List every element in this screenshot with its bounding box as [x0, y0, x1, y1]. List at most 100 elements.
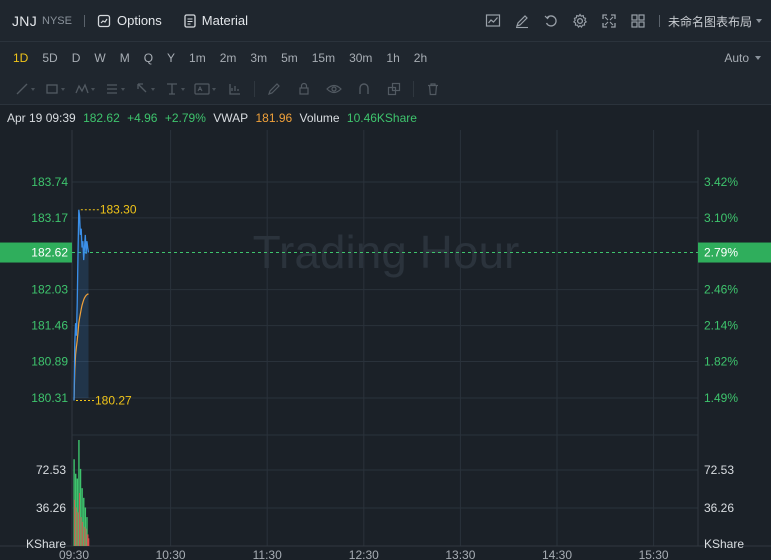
- volume-axis-label-right: 36.26: [704, 501, 734, 515]
- interval-30m[interactable]: 30m: [342, 51, 379, 65]
- measure-tool-button[interactable]: [160, 74, 190, 105]
- text-tool-icon: [194, 83, 210, 95]
- interval-2m[interactable]: 2m: [213, 51, 244, 65]
- chevron-down-icon: [181, 87, 185, 91]
- chart-watermark: Trading Hour: [253, 226, 520, 278]
- replay-icon: [545, 15, 558, 27]
- ticker-symbol[interactable]: JNJ: [12, 13, 37, 29]
- cursor-tool-button[interactable]: [130, 74, 160, 105]
- info-vwap-value: 181.96: [255, 111, 293, 125]
- interval-15m[interactable]: 15m: [305, 51, 342, 65]
- time-axis-label: 14:30: [542, 548, 572, 560]
- visibility-button[interactable]: [319, 74, 349, 105]
- chevron-down-icon: [91, 87, 95, 91]
- magnet-button[interactable]: [349, 74, 379, 105]
- time-axis-label: 15:30: [639, 548, 669, 560]
- chevron-down-icon: [31, 87, 35, 91]
- fib-tool-button[interactable]: [100, 74, 130, 105]
- lock-button[interactable]: [289, 74, 319, 105]
- text-tool-button[interactable]: [190, 74, 220, 105]
- pen-tool-button[interactable]: [259, 74, 289, 105]
- volume-axis-label: 36.26: [36, 501, 66, 515]
- time-axis-label: 10:30: [156, 548, 186, 560]
- exchange-label: NYSE: [42, 14, 72, 27]
- info-date: Apr 19 09:39: [7, 111, 76, 125]
- chart-tool-icon: [229, 84, 240, 95]
- interval-2h[interactable]: 2h: [407, 51, 434, 65]
- interval-5m[interactable]: 5m: [274, 51, 305, 65]
- info-vwap-label: VWAP: [213, 111, 249, 125]
- measure-tool-icon: [167, 83, 177, 95]
- scale-mode-selector[interactable]: Auto: [724, 42, 761, 74]
- time-axis-label: 12:30: [349, 548, 379, 560]
- time-axis-label: 11:30: [253, 548, 282, 560]
- interval-w[interactable]: W: [87, 51, 112, 65]
- material-button[interactable]: Material: [184, 13, 248, 28]
- indicators-icon: [486, 14, 501, 27]
- interval-1h[interactable]: 1h: [379, 51, 406, 65]
- chart-tool-button[interactable]: [220, 74, 250, 105]
- volume-bar: [87, 538, 90, 546]
- replay-button[interactable]: [537, 0, 566, 42]
- drawing-toolbar: [0, 74, 771, 105]
- percent-axis-label: 1.82%: [704, 354, 738, 368]
- divider: [254, 81, 255, 97]
- settings-icon: [573, 13, 588, 29]
- info-volume-value: 10.46KShare: [346, 111, 417, 125]
- current-price-label: 182.62: [31, 246, 68, 260]
- price-chart[interactable]: Trading Hour 183.74 183.17 182.03 181.46 180.…: [0, 130, 771, 560]
- line-tool-button[interactable]: [10, 74, 40, 105]
- line-tool-icon: [16, 83, 28, 95]
- document-icon: [184, 13, 196, 28]
- pattern-tool-icon: [75, 83, 89, 94]
- layout-name-selector[interactable]: 未命名图表布局: [668, 13, 752, 30]
- fullscreen-icon: [602, 14, 617, 28]
- layout-grid-button[interactable]: [624, 0, 653, 42]
- percent-axis-label: 2.14%: [704, 319, 738, 333]
- volume-axis-label: 72.53: [36, 463, 66, 477]
- time-axis-label: 13:30: [445, 548, 475, 560]
- high-marker-label: 183.30: [100, 203, 137, 217]
- chart-background: [0, 130, 771, 560]
- chevron-down-icon: [212, 87, 216, 91]
- layout-grid-icon: [631, 14, 646, 28]
- interval-3m[interactable]: 3m: [243, 51, 274, 65]
- info-price: 182.62: [83, 111, 120, 125]
- price-axis-label: 181.46: [31, 319, 68, 333]
- interval-1m[interactable]: 1m: [182, 51, 213, 65]
- chevron-down-icon: [121, 87, 125, 91]
- percent-axis-label: 1.49%: [704, 391, 738, 405]
- interval-q[interactable]: Q: [137, 51, 160, 65]
- eye-icon: [326, 84, 342, 94]
- divider: [658, 15, 660, 27]
- chevron-down-icon: [151, 87, 155, 91]
- pattern-tool-button[interactable]: [70, 74, 100, 105]
- time-axis-label: 09:30: [59, 548, 89, 560]
- interval-y[interactable]: Y: [160, 51, 182, 65]
- chart-canvas[interactable]: Trading Hour 183.74 183.17 182.03 181.46 180.…: [0, 130, 771, 560]
- info-volume-label: Volume: [299, 111, 340, 125]
- draw-button[interactable]: [508, 0, 537, 42]
- interval-5d[interactable]: 5D: [35, 51, 64, 65]
- current-percent-label: 2.79%: [704, 246, 738, 260]
- fullscreen-button[interactable]: [595, 0, 624, 42]
- interval-m[interactable]: M: [113, 51, 137, 65]
- indicators-button[interactable]: [479, 0, 508, 42]
- chevron-down-icon: [755, 56, 761, 60]
- chevron-down-icon: [61, 87, 65, 91]
- options-label: Options: [116, 13, 162, 28]
- group-button[interactable]: [379, 74, 409, 105]
- delete-button[interactable]: [418, 74, 448, 105]
- interval-1d[interactable]: 1D: [6, 51, 35, 65]
- options-button[interactable]: Options: [97, 13, 162, 28]
- interval-bar: 1D 5D D W M Q Y 1m 2m 3m 5m 15m 30m 1h 2h Auto: [0, 42, 771, 74]
- percent-axis-label: 3.10%: [704, 211, 738, 225]
- settings-button[interactable]: [566, 0, 595, 42]
- rectangle-tool-button[interactable]: [40, 74, 70, 105]
- low-marker-label: 180.27: [95, 394, 132, 408]
- price-axis-label: 183.74: [31, 175, 68, 189]
- price-axis-label: 182.03: [31, 283, 68, 297]
- volume-unit-label-right: KShare: [704, 537, 744, 551]
- interval-d[interactable]: D: [65, 51, 88, 65]
- price-axis-label: 180.31: [31, 391, 68, 405]
